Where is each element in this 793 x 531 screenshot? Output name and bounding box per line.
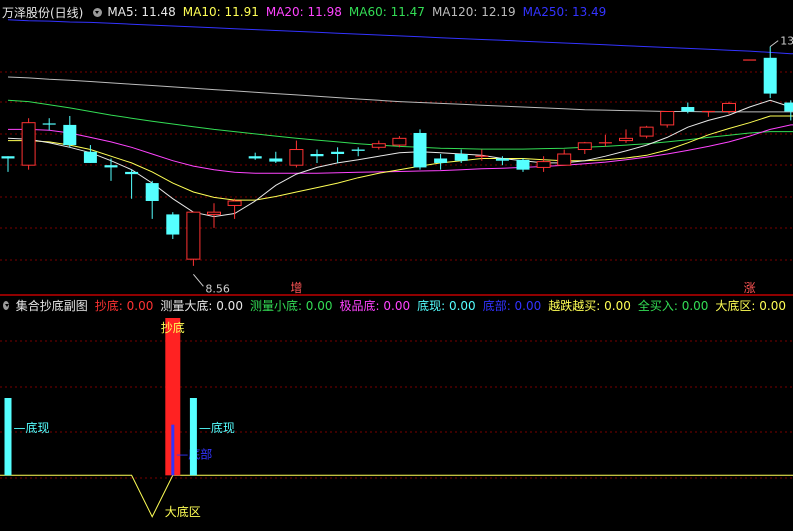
candle-up (207, 211, 221, 215)
ma-legend-item-5: MA250: 13.49 (522, 5, 607, 19)
candle-down (63, 124, 77, 146)
candle-down (145, 183, 159, 201)
candle-down (104, 165, 118, 168)
dropdown-arrow-icon[interactable] (3, 300, 9, 310)
signal-bar (4, 398, 12, 476)
ma120-line (7, 76, 793, 113)
low-pointer (193, 274, 204, 287)
candle-up (639, 126, 654, 137)
indicator-legend-item-4: 底现: 0.00 (417, 298, 476, 313)
indicator-legend-item-5: 底部: 0.00 (482, 298, 542, 313)
candle-down (495, 158, 509, 161)
ma-legend-item-1: MA10: 11.91 (182, 5, 259, 19)
candle-up (227, 200, 242, 206)
signal-bar (171, 424, 175, 476)
candle-down (1, 156, 15, 159)
indicator-legend-item-0: 抄底: 0.00 (94, 298, 154, 313)
ma-legend-item-0: MA5: 11.48 (107, 5, 176, 19)
low-price-label: 8.56 (205, 282, 230, 295)
candle-down (454, 154, 468, 161)
candle-down (434, 158, 448, 163)
candle-up (21, 122, 36, 166)
sub-panel-title: 集合抄底副图 (15, 298, 88, 313)
candle-up (619, 137, 633, 142)
candle-up (289, 149, 304, 166)
main-panel-title: 万泽股份(日线) (2, 5, 84, 20)
ma-legend-item-4: MA120: 12.19 (431, 5, 516, 19)
candle-up (660, 110, 675, 126)
indicator-legend: 抄底: 0.00 测量大底: 0.00 测量小底: 0.00 极品底: 0.00 底现:… (95, 297, 793, 314)
candle-down (125, 171, 139, 175)
candle-up (536, 161, 551, 168)
bottom-zone-line (0, 474, 793, 518)
ma-legend: MA5: 11.48 MA10: 11.91 MA20: 11.98 MA60: 11… (107, 5, 613, 19)
candle-up (722, 102, 736, 112)
high-pointer (769, 40, 779, 48)
candlestick-panel[interactable]: 8.56 13. 增 涨 (0, 0, 793, 296)
candle-up (557, 153, 572, 166)
indicator-legend-item-8: 大底区: 0.00 (715, 298, 786, 313)
candle-down (516, 159, 530, 170)
dropdown-arrow-icon[interactable] (93, 7, 103, 17)
candle-down (269, 158, 283, 162)
candle-down (681, 107, 695, 112)
candle-up (392, 137, 407, 146)
candle-up (186, 211, 201, 260)
ma10-line (8, 115, 793, 201)
signal-marker: 涨 (744, 280, 756, 295)
zone-label: 大底区 (165, 504, 201, 519)
ma-legend-item-2: MA20: 11.98 (265, 5, 342, 19)
candle-up (577, 142, 592, 151)
candle-up (371, 143, 386, 148)
signal-bar-label: —底现 (199, 420, 235, 435)
indicator-legend-item-1: 测量大底: 0.00 (160, 298, 243, 313)
ma20-line (8, 124, 793, 174)
indicator-subpanel[interactable]: —底现抄底—底部—底现大底区 (0, 296, 793, 531)
signal-bar-label: 抄底 (161, 320, 185, 335)
candle-down (248, 156, 262, 159)
candle-down (310, 154, 324, 157)
indicator-legend-item-3: 极品底: 0.00 (339, 298, 411, 313)
signal-marker: 增 (290, 281, 302, 295)
stock-chart-window: 8.5613.增涨 —底现抄底—底部—底现大底区 万泽股份(日线) MA5: 1… (0, 0, 793, 531)
sub-panel-header: 集合抄底副图 抄底: 0.00 测量大底: 0.00 测量小底: 0.00 极品底: … (0, 295, 793, 315)
indicator-legend-item-7: 全买入: 0.00 (637, 298, 709, 313)
indicator-legend-item-2: 测量小底: 0.00 (249, 298, 333, 313)
indicator-legend-item-6: 越跌越买: 0.00 (548, 298, 631, 313)
candle-down (351, 149, 365, 151)
candle-down (784, 102, 793, 112)
signal-bar-label: —底现 (14, 420, 50, 435)
candle-down (413, 132, 427, 168)
ma250-line (7, 19, 793, 55)
high-price-label: 13. (780, 35, 793, 48)
signal-bar (189, 398, 197, 476)
candle-down (83, 151, 97, 163)
candle-down (166, 214, 180, 235)
ma-legend-item-3: MA60: 11.47 (348, 5, 425, 19)
candle-down (763, 57, 777, 94)
candle-down (331, 151, 345, 154)
main-panel-header: 万泽股份(日线) MA5: 11.48 MA10: 11.91 MA20: 11.9… (0, 2, 793, 22)
